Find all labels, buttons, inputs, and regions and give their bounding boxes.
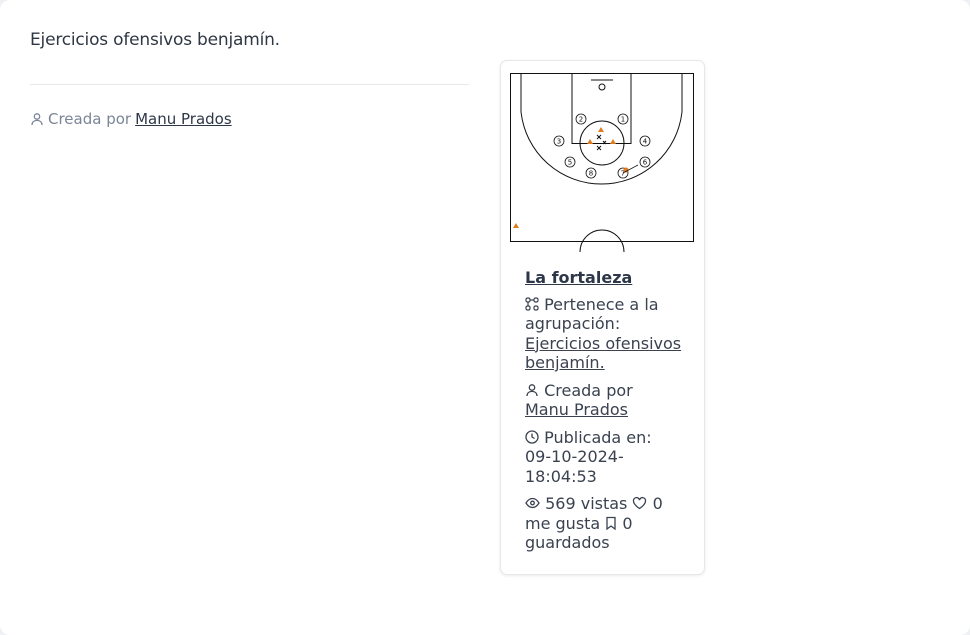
published-label: Publicada en: (544, 427, 652, 447)
defender-marks (596, 134, 607, 151)
svg-text:8: 8 (589, 170, 593, 178)
svg-text:1: 1 (621, 116, 625, 124)
published-date: 09-10-2024- (525, 447, 624, 466)
svg-text:5: 5 (568, 159, 572, 167)
group-link[interactable]: Ejercicios ofensivos benjamín. (525, 334, 681, 373)
court-boundary (510, 73, 694, 242)
creator-line: Creada por Manu Prados (30, 110, 232, 128)
divider (30, 84, 469, 85)
player-5: 5 (564, 156, 576, 168)
page-title: Ejercicios ofensivos benjamín. (30, 30, 280, 50)
svg-text:2: 2 (579, 116, 583, 124)
court-diagram[interactable]: 1 2 3 4 5 6 7 8 (510, 72, 695, 254)
published-meta: Publicada en: 09-10-2024- 18:04:53 (525, 428, 685, 487)
group-meta: Pertenece a la agrupación: Ejercicios of… (525, 295, 685, 373)
clock-icon (525, 429, 539, 444)
page-frame: Ejercicios ofensivos benjamín. Creada po… (0, 0, 970, 635)
player-8: 8 (585, 167, 597, 179)
user-icon (31, 113, 43, 126)
views-count: 569 vistas (545, 494, 628, 513)
author-link[interactable]: Manu Prados (525, 400, 685, 420)
creator-meta: Creada por Manu Prados (525, 381, 685, 420)
exercise-card[interactable]: 1 2 3 4 5 6 7 8 La fortaleza Pertenece a… (500, 60, 705, 575)
user-icon (526, 383, 538, 396)
svg-text:4: 4 (643, 138, 648, 146)
player-6: 6 (639, 156, 651, 168)
stats-meta: 569 vistas 0 me gusta 0 guardados (525, 494, 685, 553)
author-link[interactable]: Manu Prados (135, 110, 232, 128)
player-4: 4 (639, 135, 651, 147)
created-by-label: Creada por (544, 380, 633, 400)
player-2: 2 (575, 113, 587, 125)
player-3: 3 (553, 135, 565, 147)
card-body: La fortaleza Pertenece a la agrupación: … (525, 268, 685, 561)
basket (598, 83, 606, 91)
published-time: 18:04:53 (525, 466, 597, 486)
exercise-title-link[interactable]: La fortaleza (525, 268, 685, 288)
group-icon (525, 296, 539, 311)
svg-text:6: 6 (643, 159, 648, 167)
group-label: Pertenece a la agrupación: (525, 294, 659, 334)
created-by-label: Creada por (48, 110, 132, 128)
player-1: 1 (617, 113, 629, 125)
eye-icon (525, 497, 540, 509)
heart-icon[interactable] (632, 496, 647, 510)
svg-text:3: 3 (557, 138, 561, 146)
bookmark-icon[interactable] (605, 516, 617, 530)
